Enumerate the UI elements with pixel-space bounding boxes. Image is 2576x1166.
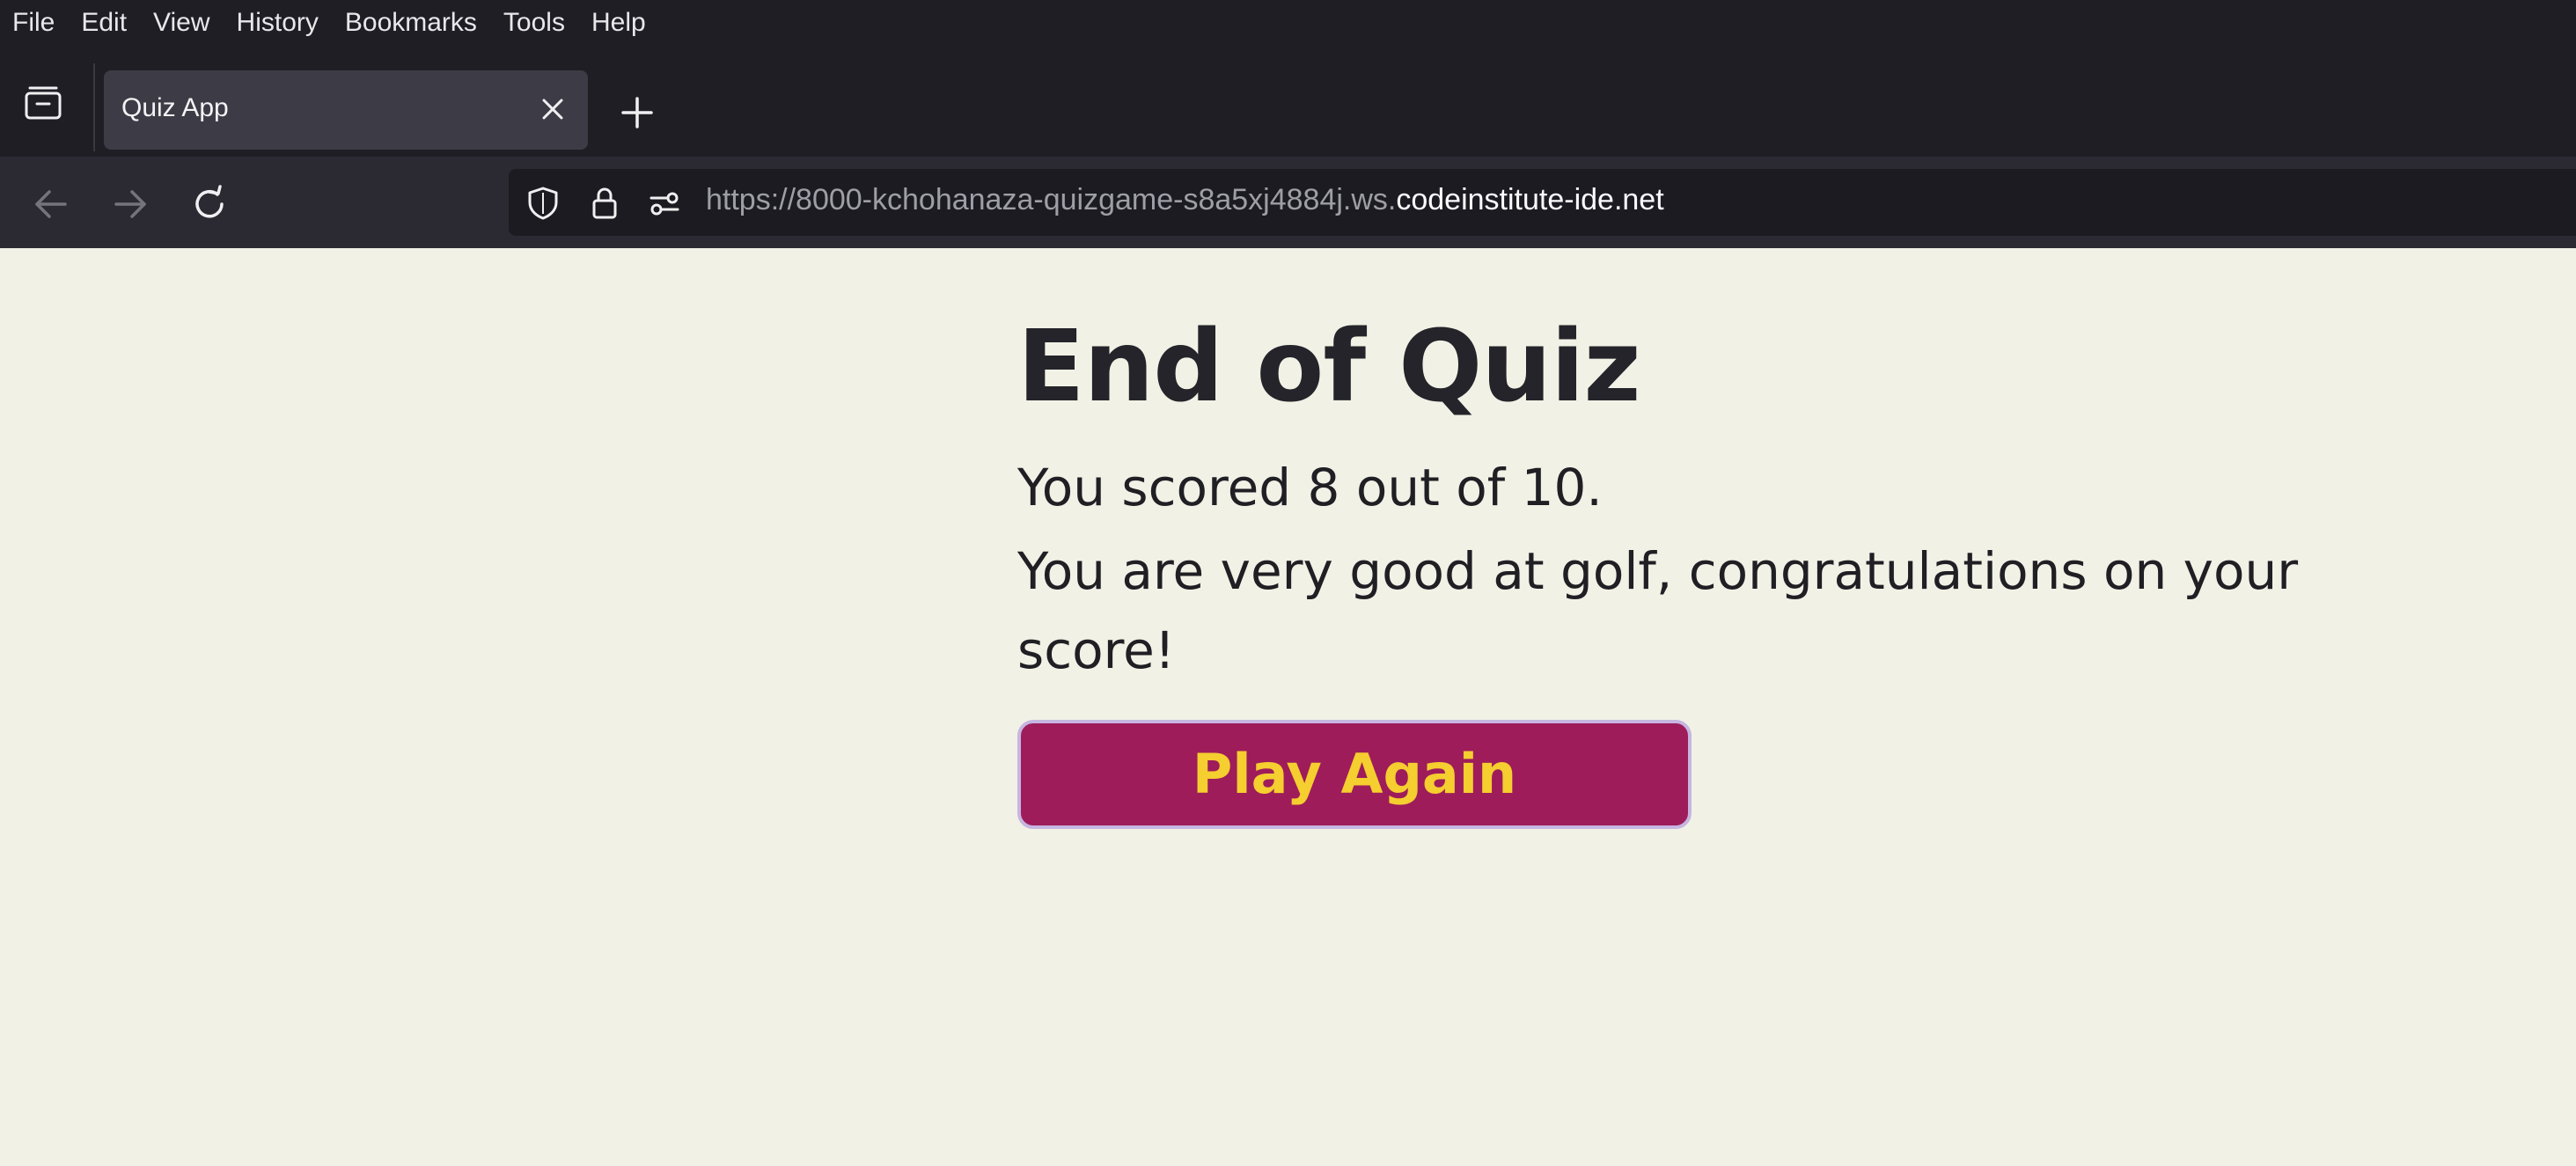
play-again-button[interactable]: Play Again [1017,720,1692,829]
address-bar[interactable]: https://8000-kchohanaza-quizgame-s8a5xj4… [509,169,2576,236]
menu-file[interactable]: File [12,8,55,38]
tab-list-icon[interactable] [21,84,67,121]
menu-tools[interactable]: Tools [503,8,565,38]
close-icon[interactable] [537,93,569,125]
score-text: You scored 8 out of 10. [1017,458,1603,517]
result-message: You are very good at golf, congratulatio… [1017,541,2299,680]
menu-view[interactable]: View [153,8,209,38]
plus-icon[interactable] [618,93,657,132]
menu-history[interactable]: History [237,8,319,38]
tab-quiz-app[interactable]: Quiz App [104,70,588,150]
url-text[interactable]: https://8000-kchohanaza-quizgame-s8a5xj4… [706,183,1664,217]
back-arrow-icon[interactable] [30,183,72,225]
page-title: End of Quiz [1017,310,1641,424]
menu-bookmarks[interactable]: Bookmarks [345,8,477,38]
url-prefix: https://8000-kchohanaza-quizgame-s8a5xj4… [706,183,1397,216]
permissions-icon[interactable] [646,185,683,222]
reload-icon[interactable] [188,183,231,225]
tab-bar: Quiz App [0,46,2576,157]
navigation-toolbar: https://8000-kchohanaza-quizgame-s8a5xj4… [0,157,2576,248]
shield-icon[interactable] [525,185,561,222]
forward-arrow-icon[interactable] [109,183,151,225]
tab-title: Quiz App [121,93,229,122]
menu-edit[interactable]: Edit [81,8,127,38]
menu-bar: File Edit View History Bookmarks Tools H… [0,0,2576,46]
menu-help[interactable]: Help [591,8,646,38]
tab-separator [93,63,95,151]
url-host: codeinstitute-ide.net [1396,183,1664,216]
lock-icon[interactable] [586,185,623,222]
